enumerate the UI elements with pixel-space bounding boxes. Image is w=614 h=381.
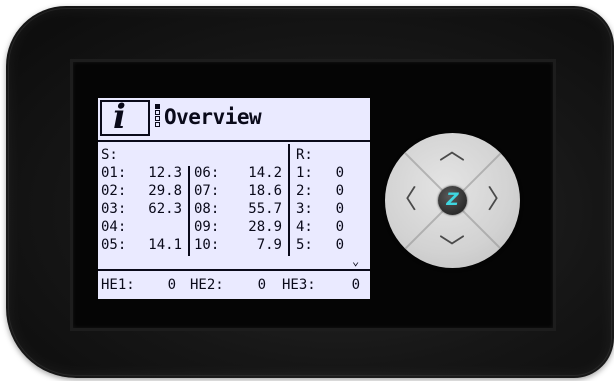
lcd-screen: i Overview S: R: 01: 12.3 02: 29.8 03: 6… [98,97,370,299]
column-divider [288,144,290,256]
sensor-label: 06: [194,165,220,181]
sensor-label: 05: [101,237,127,253]
navigation-dpad: ︿ ﹀ 〈 〉 Z [385,133,520,268]
sensor-value: 28.9 [248,219,282,235]
sensor-label: 02: [101,183,127,199]
sensor-label: 01: [101,165,127,181]
he-label: HE2: [190,277,224,293]
sensor-value: 7.9 [256,237,282,253]
info-icon-glyph: i [113,97,126,137]
he-value: 0 [351,277,360,293]
chevron-right-icon[interactable]: 〉 [485,187,515,213]
relay-value: 0 [335,219,344,235]
sensors-header: S: [101,147,118,163]
page-indicator-icon [155,104,160,128]
relay-value: 0 [335,237,344,253]
relay-value: 0 [335,201,344,217]
he-label: HE1: [101,277,135,293]
logo-z-icon: Z [446,190,459,210]
sensor-label: 09: [194,219,220,235]
sensor-value: 12.3 [148,165,182,181]
relay-label: 1: [296,165,313,181]
he-value: 0 [167,277,176,293]
sensor-value: 14.1 [148,237,182,253]
relay-label: 3: [296,201,313,217]
he-label: HE3: [282,277,316,293]
sensor-label: 03: [101,201,127,217]
chevron-down-icon[interactable]: ﹀ [437,236,467,262]
relay-value: 0 [335,165,344,181]
column-divider [188,166,190,256]
relay-label: 4: [296,219,313,235]
sensor-label: 10: [194,237,220,253]
footer-divider [98,269,370,271]
sensor-value: 55.7 [248,201,282,217]
header-divider [98,140,370,142]
sensor-label: 07: [194,183,220,199]
scroll-down-icon: ⌄ [352,254,360,268]
sensor-value: 14.2 [248,165,282,181]
center-select-button[interactable]: Z [438,186,467,215]
chevron-left-icon[interactable]: 〈 [389,187,419,213]
sensor-value: 62.3 [148,201,182,217]
he-value: 0 [257,277,266,293]
relay-value: 0 [335,183,344,199]
chevron-up-icon[interactable]: ︿ [437,138,467,164]
sensor-label: 04: [101,219,127,235]
sensor-value: 18.6 [248,183,282,199]
sensor-label: 08: [194,201,220,217]
screen-header: i Overview [98,97,370,140]
sensor-value: 29.8 [148,183,182,199]
page-title: Overview [164,105,262,129]
relay-label: 5: [296,237,313,253]
info-icon[interactable]: i [100,97,150,137]
relays-header: R: [296,147,313,163]
relay-label: 2: [296,183,313,199]
